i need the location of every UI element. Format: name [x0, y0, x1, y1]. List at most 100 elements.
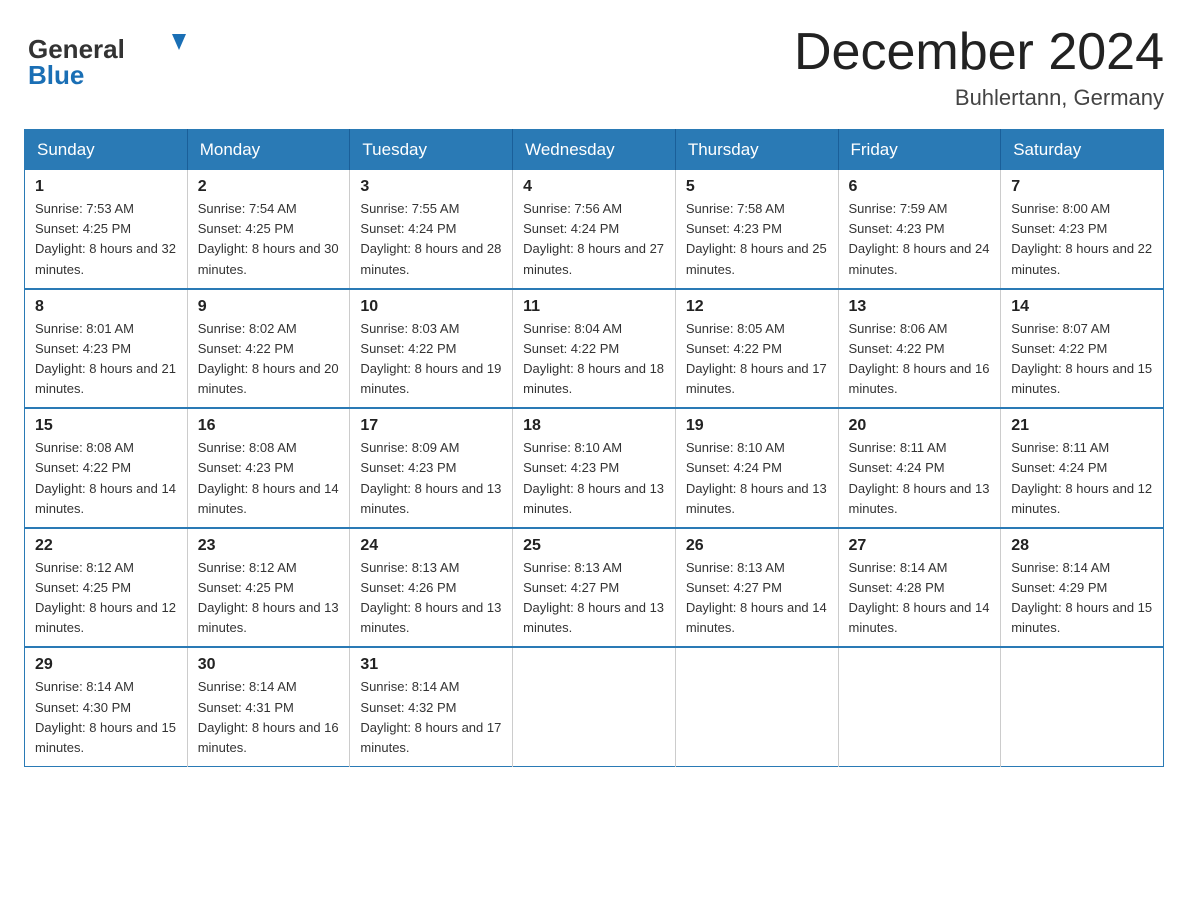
day-cell-11: 11 Sunrise: 8:04 AM Sunset: 4:22 PM Dayl…: [513, 289, 676, 409]
weekday-header-wednesday: Wednesday: [513, 130, 676, 171]
day-cell-16: 16 Sunrise: 8:08 AM Sunset: 4:23 PM Dayl…: [187, 408, 350, 528]
day-info: Sunrise: 8:08 AM Sunset: 4:23 PM Dayligh…: [198, 438, 340, 519]
day-cell-21: 21 Sunrise: 8:11 AM Sunset: 4:24 PM Dayl…: [1001, 408, 1164, 528]
day-info: Sunrise: 8:10 AM Sunset: 4:24 PM Dayligh…: [686, 438, 828, 519]
day-info: Sunrise: 8:13 AM Sunset: 4:27 PM Dayligh…: [523, 558, 665, 639]
day-number: 31: [360, 656, 502, 674]
day-cell-24: 24 Sunrise: 8:13 AM Sunset: 4:26 PM Dayl…: [350, 528, 513, 648]
title-area: December 2024 Buhlertann, Germany: [794, 24, 1164, 111]
day-cell-20: 20 Sunrise: 8:11 AM Sunset: 4:24 PM Dayl…: [838, 408, 1001, 528]
day-cell-15: 15 Sunrise: 8:08 AM Sunset: 4:22 PM Dayl…: [25, 408, 188, 528]
week-row-1: 1 Sunrise: 7:53 AM Sunset: 4:25 PM Dayli…: [25, 170, 1164, 289]
day-number: 3: [360, 178, 502, 196]
day-cell-13: 13 Sunrise: 8:06 AM Sunset: 4:22 PM Dayl…: [838, 289, 1001, 409]
weekday-header-tuesday: Tuesday: [350, 130, 513, 171]
day-info: Sunrise: 8:04 AM Sunset: 4:22 PM Dayligh…: [523, 319, 665, 400]
day-number: 14: [1011, 298, 1153, 316]
day-number: 7: [1011, 178, 1153, 196]
day-cell-25: 25 Sunrise: 8:13 AM Sunset: 4:27 PM Dayl…: [513, 528, 676, 648]
day-number: 16: [198, 417, 340, 435]
weekday-header-row: SundayMondayTuesdayWednesdayThursdayFrid…: [25, 130, 1164, 171]
day-info: Sunrise: 7:58 AM Sunset: 4:23 PM Dayligh…: [686, 199, 828, 280]
empty-cell: [513, 647, 676, 766]
day-info: Sunrise: 8:14 AM Sunset: 4:31 PM Dayligh…: [198, 677, 340, 758]
day-info: Sunrise: 8:11 AM Sunset: 4:24 PM Dayligh…: [1011, 438, 1153, 519]
day-cell-9: 9 Sunrise: 8:02 AM Sunset: 4:22 PM Dayli…: [187, 289, 350, 409]
day-number: 26: [686, 537, 828, 555]
day-cell-27: 27 Sunrise: 8:14 AM Sunset: 4:28 PM Dayl…: [838, 528, 1001, 648]
day-info: Sunrise: 8:01 AM Sunset: 4:23 PM Dayligh…: [35, 319, 177, 400]
day-number: 12: [686, 298, 828, 316]
weekday-header-thursday: Thursday: [675, 130, 838, 171]
day-info: Sunrise: 8:09 AM Sunset: 4:23 PM Dayligh…: [360, 438, 502, 519]
day-number: 22: [35, 537, 177, 555]
day-cell-29: 29 Sunrise: 8:14 AM Sunset: 4:30 PM Dayl…: [25, 647, 188, 766]
day-cell-31: 31 Sunrise: 8:14 AM Sunset: 4:32 PM Dayl…: [350, 647, 513, 766]
day-info: Sunrise: 8:14 AM Sunset: 4:29 PM Dayligh…: [1011, 558, 1153, 639]
day-info: Sunrise: 8:00 AM Sunset: 4:23 PM Dayligh…: [1011, 199, 1153, 280]
day-number: 4: [523, 178, 665, 196]
month-title: December 2024: [794, 24, 1164, 81]
day-number: 19: [686, 417, 828, 435]
day-number: 30: [198, 656, 340, 674]
day-info: Sunrise: 8:08 AM Sunset: 4:22 PM Dayligh…: [35, 438, 177, 519]
day-cell-1: 1 Sunrise: 7:53 AM Sunset: 4:25 PM Dayli…: [25, 170, 188, 289]
day-number: 29: [35, 656, 177, 674]
day-info: Sunrise: 7:56 AM Sunset: 4:24 PM Dayligh…: [523, 199, 665, 280]
calendar-table: SundayMondayTuesdayWednesdayThursdayFrid…: [24, 129, 1164, 767]
day-cell-26: 26 Sunrise: 8:13 AM Sunset: 4:27 PM Dayl…: [675, 528, 838, 648]
day-number: 5: [686, 178, 828, 196]
logo: General Blue: [24, 24, 194, 89]
svg-text:Blue: Blue: [28, 60, 84, 89]
day-cell-14: 14 Sunrise: 8:07 AM Sunset: 4:22 PM Dayl…: [1001, 289, 1164, 409]
day-info: Sunrise: 8:14 AM Sunset: 4:30 PM Dayligh…: [35, 677, 177, 758]
page-header: General Blue December 2024 Buhlertann, G…: [24, 24, 1164, 111]
day-info: Sunrise: 7:55 AM Sunset: 4:24 PM Dayligh…: [360, 199, 502, 280]
day-info: Sunrise: 8:14 AM Sunset: 4:32 PM Dayligh…: [360, 677, 502, 758]
weekday-header-sunday: Sunday: [25, 130, 188, 171]
weekday-header-saturday: Saturday: [1001, 130, 1164, 171]
day-cell-4: 4 Sunrise: 7:56 AM Sunset: 4:24 PM Dayli…: [513, 170, 676, 289]
day-number: 21: [1011, 417, 1153, 435]
day-number: 9: [198, 298, 340, 316]
day-info: Sunrise: 8:13 AM Sunset: 4:27 PM Dayligh…: [686, 558, 828, 639]
day-info: Sunrise: 8:12 AM Sunset: 4:25 PM Dayligh…: [35, 558, 177, 639]
day-cell-3: 3 Sunrise: 7:55 AM Sunset: 4:24 PM Dayli…: [350, 170, 513, 289]
day-info: Sunrise: 8:03 AM Sunset: 4:22 PM Dayligh…: [360, 319, 502, 400]
day-info: Sunrise: 7:59 AM Sunset: 4:23 PM Dayligh…: [849, 199, 991, 280]
day-info: Sunrise: 8:05 AM Sunset: 4:22 PM Dayligh…: [686, 319, 828, 400]
day-cell-8: 8 Sunrise: 8:01 AM Sunset: 4:23 PM Dayli…: [25, 289, 188, 409]
day-cell-6: 6 Sunrise: 7:59 AM Sunset: 4:23 PM Dayli…: [838, 170, 1001, 289]
day-number: 27: [849, 537, 991, 555]
day-number: 8: [35, 298, 177, 316]
day-cell-2: 2 Sunrise: 7:54 AM Sunset: 4:25 PM Dayli…: [187, 170, 350, 289]
day-number: 6: [849, 178, 991, 196]
day-number: 13: [849, 298, 991, 316]
day-number: 25: [523, 537, 665, 555]
day-cell-18: 18 Sunrise: 8:10 AM Sunset: 4:23 PM Dayl…: [513, 408, 676, 528]
weekday-header-friday: Friday: [838, 130, 1001, 171]
day-info: Sunrise: 8:07 AM Sunset: 4:22 PM Dayligh…: [1011, 319, 1153, 400]
day-info: Sunrise: 8:06 AM Sunset: 4:22 PM Dayligh…: [849, 319, 991, 400]
day-info: Sunrise: 8:14 AM Sunset: 4:28 PM Dayligh…: [849, 558, 991, 639]
day-number: 23: [198, 537, 340, 555]
weekday-header-monday: Monday: [187, 130, 350, 171]
day-info: Sunrise: 8:02 AM Sunset: 4:22 PM Dayligh…: [198, 319, 340, 400]
empty-cell: [675, 647, 838, 766]
day-info: Sunrise: 8:12 AM Sunset: 4:25 PM Dayligh…: [198, 558, 340, 639]
day-number: 17: [360, 417, 502, 435]
day-number: 15: [35, 417, 177, 435]
day-cell-12: 12 Sunrise: 8:05 AM Sunset: 4:22 PM Dayl…: [675, 289, 838, 409]
week-row-4: 22 Sunrise: 8:12 AM Sunset: 4:25 PM Dayl…: [25, 528, 1164, 648]
day-cell-19: 19 Sunrise: 8:10 AM Sunset: 4:24 PM Dayl…: [675, 408, 838, 528]
day-info: Sunrise: 8:10 AM Sunset: 4:23 PM Dayligh…: [523, 438, 665, 519]
day-number: 1: [35, 178, 177, 196]
day-number: 20: [849, 417, 991, 435]
day-number: 11: [523, 298, 665, 316]
day-cell-30: 30 Sunrise: 8:14 AM Sunset: 4:31 PM Dayl…: [187, 647, 350, 766]
day-number: 28: [1011, 537, 1153, 555]
day-info: Sunrise: 7:54 AM Sunset: 4:25 PM Dayligh…: [198, 199, 340, 280]
day-info: Sunrise: 8:11 AM Sunset: 4:24 PM Dayligh…: [849, 438, 991, 519]
day-number: 24: [360, 537, 502, 555]
logo-svg: General Blue: [24, 24, 194, 89]
